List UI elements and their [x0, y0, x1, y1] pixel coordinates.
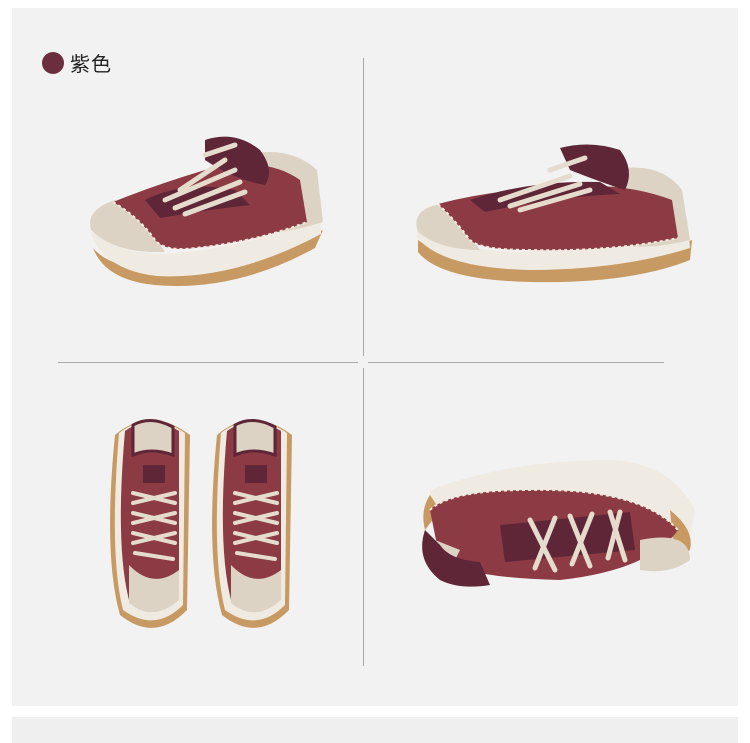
shoe-lying-side-view-icon — [422, 460, 695, 587]
grid-divider-vertical-bottom — [363, 368, 364, 666]
grid-divider-vertical-top — [363, 58, 364, 356]
grid-divider-horizontal-right — [368, 362, 664, 363]
shoe-side-view-icon — [416, 144, 692, 283]
color-variant-label: 紫色 — [42, 48, 112, 77]
shoe-front-three-quarter-view-icon — [90, 136, 323, 286]
color-swatch — [42, 51, 64, 74]
shoe-pair-top-view-icon — [110, 419, 292, 628]
grid-divider-horizontal-left — [58, 362, 358, 363]
color-name: 紫色 — [70, 52, 112, 76]
next-section-strip — [12, 717, 738, 743]
